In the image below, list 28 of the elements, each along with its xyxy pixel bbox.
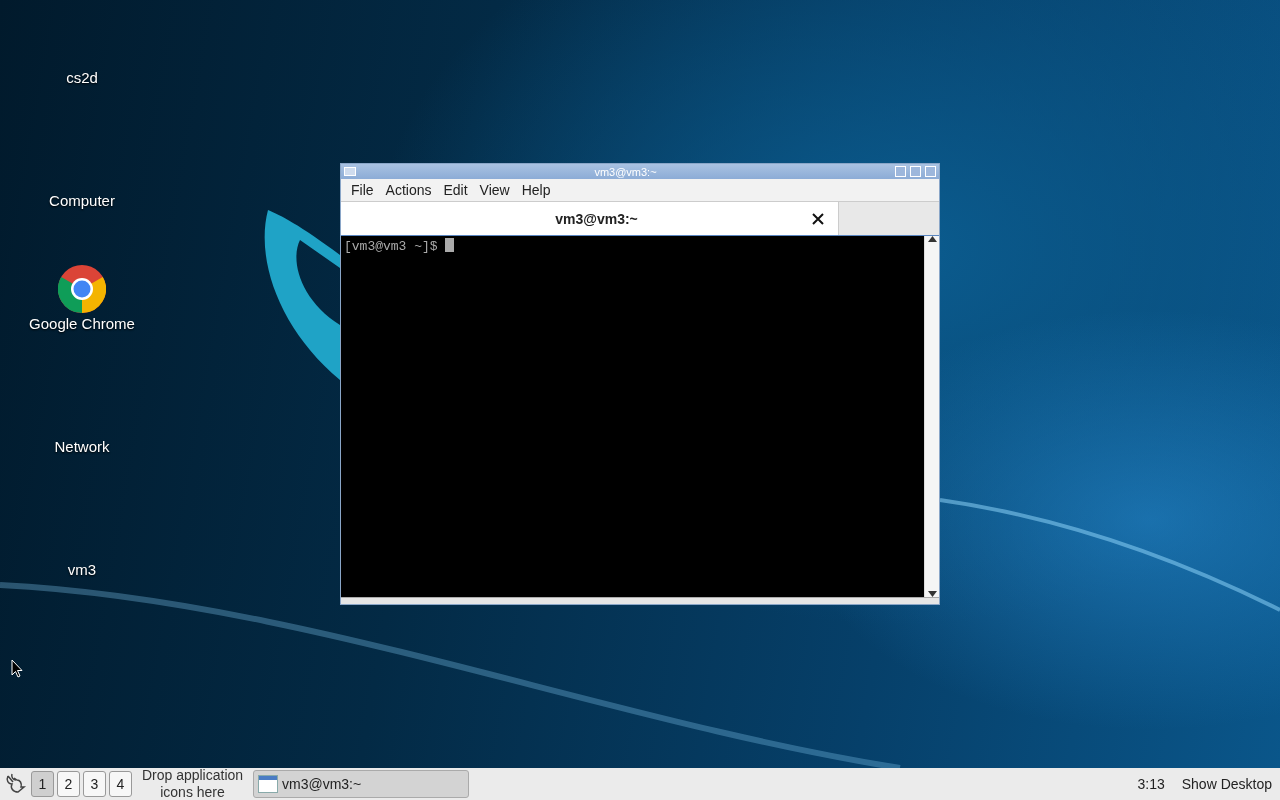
clock: 3:13 [1137,776,1165,792]
mouse-pointer-icon [11,659,23,678]
menu-item[interactable]: Help [515,182,557,198]
workspace-button[interactable]: 4 [109,771,132,797]
window-menu-icon [344,167,356,176]
desktop-icon-label[interactable]: Network [54,438,110,455]
window-title: vm3@vm3:~ [593,165,658,178]
workspace-button[interactable]: 3 [83,771,106,797]
terminal-tab[interactable]: vm3@vm3:~ [341,202,839,235]
bird-icon[interactable] [4,772,28,796]
workspace-button[interactable]: 1 [31,771,54,797]
terminal-prompt: [vm3@vm3 ~]$ [344,239,439,254]
text-cursor [445,238,455,252]
show-desktop-button[interactable]: Show Desktop [1177,776,1276,792]
window-icon [258,775,278,793]
menu-item[interactable]: File [345,182,380,198]
desktop-icon-label[interactable]: vm3 [67,561,97,578]
menu-item[interactable]: Actions [379,182,438,198]
menu-item[interactable]: Edit [437,182,474,198]
launcher-hint: Drop application icons here [140,767,245,800]
desktop-icon-label[interactable]: Google Chrome [29,315,135,332]
chrome-icon [58,265,106,313]
menu-item[interactable]: View [473,182,516,198]
desktop-icon-label[interactable]: Computer [49,192,115,209]
workspace-button[interactable]: 2 [57,771,80,797]
taskbar-window-button[interactable]: vm3@vm3:~ [253,770,469,798]
desktop-icon-label[interactable]: cs2d [66,69,98,86]
close-icon[interactable] [812,212,824,225]
